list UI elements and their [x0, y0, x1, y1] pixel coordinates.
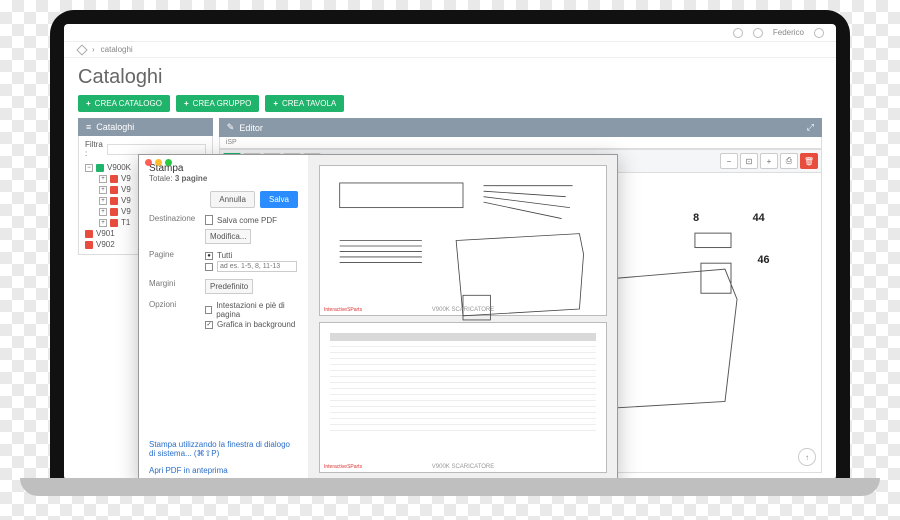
modify-button[interactable]: Modifica...	[205, 229, 251, 244]
zoom-in-button[interactable]: +	[760, 153, 778, 169]
user-label[interactable]: Federico	[773, 28, 804, 37]
pdf-preview-link[interactable]: Apri PDF in anteprima	[149, 466, 298, 475]
editor-sub: iSP	[219, 137, 822, 149]
expand-icon[interactable]: ⤢	[807, 122, 814, 133]
svg-text:44: 44	[752, 212, 764, 224]
margins-select[interactable]: Predefinito	[205, 279, 253, 294]
breadcrumb: › cataloghi	[64, 42, 836, 58]
window-controls[interactable]	[145, 159, 172, 166]
collapse-icon[interactable]: −	[85, 164, 93, 172]
help-icon[interactable]	[733, 28, 743, 38]
svg-text:8: 8	[693, 212, 699, 224]
notif-icon[interactable]	[753, 28, 763, 38]
doc-icon	[110, 208, 118, 216]
save-button[interactable]: Salva	[260, 191, 298, 208]
preview-page-1: InteractiveSParts V900K SCARICATORE	[319, 165, 607, 316]
doc-icon	[110, 186, 118, 194]
preview-page-2: InteractiveSParts V900K SCARICATORE	[319, 322, 607, 473]
filter-input[interactable]	[107, 144, 206, 155]
doc-icon	[110, 197, 118, 205]
editor-panel-header: ✎Editor ⤢	[219, 118, 822, 137]
headers-checkbox[interactable]	[205, 306, 212, 314]
pages-range-input[interactable]	[217, 261, 297, 272]
cancel-button[interactable]: Annulla	[210, 191, 255, 208]
breadcrumb-item[interactable]: cataloghi	[101, 45, 133, 54]
bg-checkbox[interactable]: ✓	[205, 321, 213, 329]
cataloghi-panel-header: ≡ Cataloghi	[78, 118, 213, 136]
pages-range-radio[interactable]	[205, 263, 213, 271]
filter-label: Filtra :	[85, 140, 103, 158]
doc-icon	[110, 219, 118, 227]
print-button[interactable]: ⎙	[780, 153, 798, 169]
crea-catalogo-button[interactable]: CREA CATALOGO	[78, 95, 170, 112]
expand-icon[interactable]: +	[99, 186, 107, 194]
zoom-fit-button[interactable]: ⊡	[740, 153, 758, 169]
topbar: Federico	[64, 24, 836, 42]
preview-caption: V900K SCARICATORE	[320, 464, 606, 470]
pages-all-radio[interactable]: ●	[205, 252, 213, 260]
crea-tavola-button[interactable]: CREA TAVOLA	[265, 95, 344, 112]
system-dialog-link[interactable]: Stampa utilizzando la finestra di dialog…	[149, 440, 298, 458]
page-title: Cataloghi	[64, 58, 836, 95]
expand-icon[interactable]: +	[99, 197, 107, 205]
expand-icon[interactable]: +	[99, 208, 107, 216]
expand-icon[interactable]: +	[99, 219, 107, 227]
print-dialog: Stampa Totale: 3 pagine Annulla Salva De…	[138, 154, 618, 480]
folder-icon	[96, 164, 104, 172]
svg-text:46: 46	[757, 254, 769, 266]
scroll-top-button[interactable]: ↑	[798, 448, 816, 466]
delete-button[interactable]: 🗑	[800, 153, 818, 169]
menu-icon[interactable]	[814, 28, 824, 38]
doc-icon	[85, 230, 93, 238]
doc-icon	[85, 241, 93, 249]
expand-icon[interactable]: +	[99, 175, 107, 183]
list-icon: ≡	[86, 122, 91, 132]
preview-caption: V900K SCARICATORE	[320, 307, 606, 313]
crea-gruppo-button[interactable]: CREA GRUPPO	[176, 95, 259, 112]
pdf-icon	[205, 215, 213, 225]
home-icon[interactable]	[76, 44, 87, 55]
doc-icon	[110, 175, 118, 183]
zoom-out-button[interactable]: −	[720, 153, 738, 169]
pencil-icon: ✎	[227, 122, 235, 133]
